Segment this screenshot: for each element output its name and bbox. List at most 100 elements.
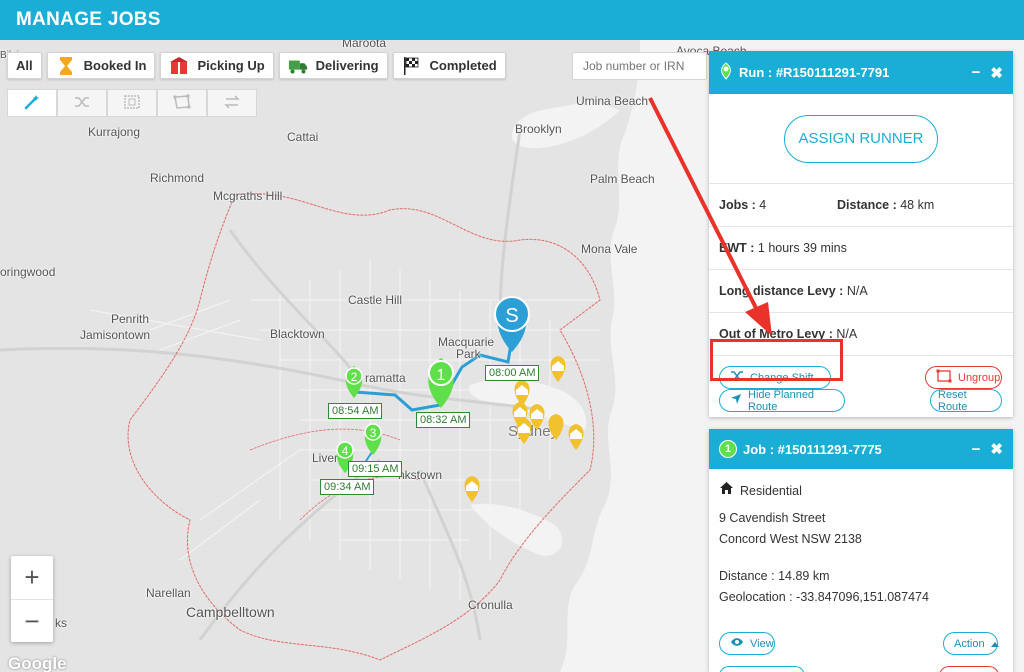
place-label: Palm Beach	[590, 172, 655, 186]
jobs-value: 4	[759, 198, 767, 212]
run-ewt-row: EWT : 1 hours 39 mins	[709, 227, 1013, 270]
magic-wand-icon	[24, 94, 40, 113]
panel-button-partial[interactable]	[719, 666, 805, 672]
filter-label: Completed	[429, 58, 497, 73]
run-long-levy-row: Long distance Levy : N/A	[709, 270, 1013, 313]
place-label: Park	[456, 347, 481, 361]
magic-wand-button[interactable]	[7, 89, 57, 117]
place-label: Mcgraths Hill	[213, 189, 283, 203]
select-box-icon	[123, 94, 141, 113]
place-label: Brooklyn	[515, 122, 562, 136]
jobs-label: Jobs :	[719, 198, 756, 212]
job-panel-header: 1 Job : #150111291-7775 − ✖	[709, 429, 1013, 469]
place-label: ks	[55, 616, 67, 630]
address-line-1: 9 Cavendish Street	[719, 511, 826, 525]
filter-label: Booked In	[83, 58, 147, 73]
route-time-label: 09:15 AM	[348, 461, 403, 477]
filter-delivering-button[interactable]: Delivering	[278, 52, 388, 79]
filter-booked-in-button[interactable]: Booked In	[46, 52, 156, 79]
view-button[interactable]: View	[719, 632, 775, 655]
map-pin-icon	[719, 62, 733, 83]
filter-label: All	[16, 58, 33, 73]
shuffle-icon	[74, 95, 90, 112]
filter-all-button[interactable]: All	[7, 52, 42, 79]
hide-route-label: Hide Planned Route	[748, 388, 815, 413]
job-panel: 1 Job : #150111291-7775 − ✖ Residential …	[709, 429, 1013, 672]
place-label: Maroota	[342, 40, 387, 50]
place-label: Blacktown	[270, 327, 325, 341]
geolocation-label: Geolocation :	[719, 590, 793, 604]
place-label: Kurrajong	[88, 125, 141, 139]
place-label: nkstown	[398, 468, 443, 482]
minimize-button[interactable]: −	[972, 64, 981, 81]
ungroup-icon	[936, 369, 952, 386]
job-distance-label: Distance :	[719, 569, 775, 583]
run-actions-row-2: Hide Planned Route Reset Route	[709, 389, 1013, 422]
page-title: MANAGE JOBS	[16, 9, 161, 30]
checkered-flag-icon	[402, 56, 422, 76]
job-number-badge: 1	[719, 440, 737, 458]
swap-button[interactable]	[207, 89, 257, 117]
swap-arrows-icon	[224, 94, 240, 112]
status-filter-bar: All Booked In Picking Up Delivering Comp…	[7, 52, 506, 79]
geolocation-value: -33.847096,151.087474	[796, 590, 929, 604]
place-label: Richmond	[150, 171, 205, 185]
shuffle-button[interactable]	[57, 89, 107, 117]
google-logo: Google	[8, 654, 67, 672]
place-label: Narellan	[146, 586, 191, 600]
close-button[interactable]: ✖	[990, 64, 1003, 82]
job-distance-value: 14.89 km	[778, 569, 830, 583]
job-geolocation-row: Geolocation : -33.847096,151.087474	[719, 587, 1003, 608]
hide-route-button[interactable]: Hide Planned Route	[719, 388, 845, 413]
route-time-label: 09:34 AM	[320, 479, 375, 495]
filter-picking-up-button[interactable]: Picking Up	[160, 52, 274, 79]
long-levy-label: Long distance Levy :	[719, 284, 844, 298]
close-button[interactable]: ✖	[990, 440, 1003, 458]
minimize-button[interactable]: −	[972, 441, 981, 458]
ungroup-label: Ungroup	[958, 371, 1001, 384]
polygon-select-button[interactable]	[157, 89, 207, 117]
run-panel-header: Run : #R150111291-7791 − ✖	[709, 51, 1013, 94]
place-label: Penrith	[111, 312, 150, 326]
job-details: Residential 9 Cavendish Street Concord W…	[709, 469, 1013, 608]
job-panel-title: Job : #150111291-7775	[743, 441, 882, 457]
place-label: oringwood	[0, 265, 56, 279]
hourglass-icon	[56, 56, 76, 76]
long-levy-value: N/A	[846, 284, 868, 298]
ewt-value: 1 hours 39 mins	[757, 241, 847, 255]
map-tool-bar	[7, 89, 257, 117]
ungroup-button[interactable]: Ungroup	[925, 366, 1002, 389]
address-line-2: Concord West NSW 2138	[719, 532, 862, 546]
run-panel-title: Run : #R150111291-7791	[739, 65, 890, 80]
annotation-highlight-box	[710, 339, 843, 381]
job-distance-row: Distance : 14.89 km	[719, 566, 1003, 587]
caret-up-icon	[990, 638, 999, 650]
ewt-label: EWT :	[719, 241, 755, 255]
place-label: Cronulla	[468, 598, 513, 612]
run-jobs-row: Jobs : 4 Distance : 48 km	[709, 184, 1013, 227]
filter-label: Delivering	[315, 58, 379, 73]
assign-runner-button[interactable]: ASSIGN RUNNER	[784, 114, 938, 163]
place-label: ramatta	[365, 371, 406, 385]
action-dropdown-button[interactable]: Action	[943, 632, 999, 655]
place-label: Cattai	[287, 130, 319, 144]
panel-button-partial[interactable]	[939, 666, 999, 672]
action-label: Action	[954, 637, 985, 650]
job-search-input[interactable]	[572, 52, 707, 80]
view-label: View	[750, 637, 774, 650]
zoom-control: + −	[11, 556, 53, 642]
polygon-select-icon	[173, 94, 191, 113]
distance-label: Distance :	[837, 198, 897, 212]
zoom-out-button[interactable]: −	[11, 599, 53, 642]
home-icon	[719, 481, 734, 502]
job-type-row: Residential	[719, 481, 1003, 502]
filter-completed-button[interactable]: Completed	[392, 52, 506, 79]
route-time-label: 08:32 AM	[416, 412, 471, 428]
reset-route-button[interactable]: Reset Route	[930, 388, 1002, 413]
place-label: Sydney	[508, 423, 559, 440]
place-label: Campbelltown	[186, 604, 275, 620]
select-box-button[interactable]	[107, 89, 157, 117]
filter-label: Picking Up	[197, 58, 265, 73]
reset-route-label: Reset Route	[938, 388, 968, 413]
zoom-in-button[interactable]: +	[11, 556, 53, 599]
